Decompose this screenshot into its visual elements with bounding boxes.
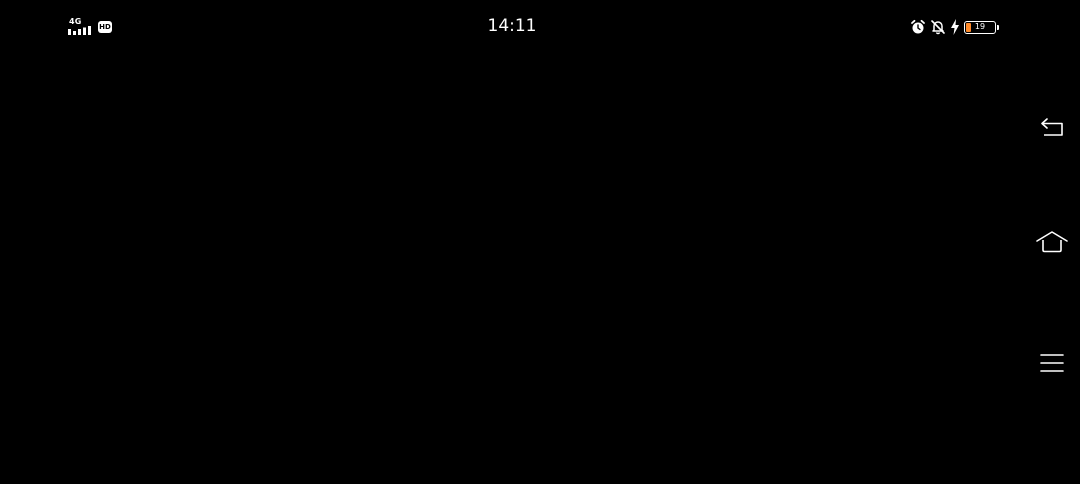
menu-button[interactable]: [1024, 339, 1080, 387]
alarm-icon: [911, 19, 925, 34]
bell-off-icon: [931, 20, 945, 35]
screen: 4G HD 14:11 19: [0, 0, 1080, 484]
navigation-bar: [1024, 54, 1080, 484]
battery-icon: 19: [964, 20, 996, 34]
status-right: 19: [910, 18, 999, 36]
home-icon: [1036, 231, 1068, 253]
battery-tip: [997, 24, 999, 30]
back-button[interactable]: [1024, 103, 1080, 151]
back-arrow-icon: [1041, 118, 1063, 136]
status-bar: 4G HD 14:11 19: [0, 0, 1080, 54]
battery-level: 19: [974, 22, 986, 31]
battery-fill: [966, 22, 971, 32]
menu-icon: [1040, 354, 1064, 372]
charging-icon: [951, 19, 959, 35]
status-clock: 14:11: [487, 16, 537, 36]
home-button[interactable]: [1024, 218, 1080, 266]
